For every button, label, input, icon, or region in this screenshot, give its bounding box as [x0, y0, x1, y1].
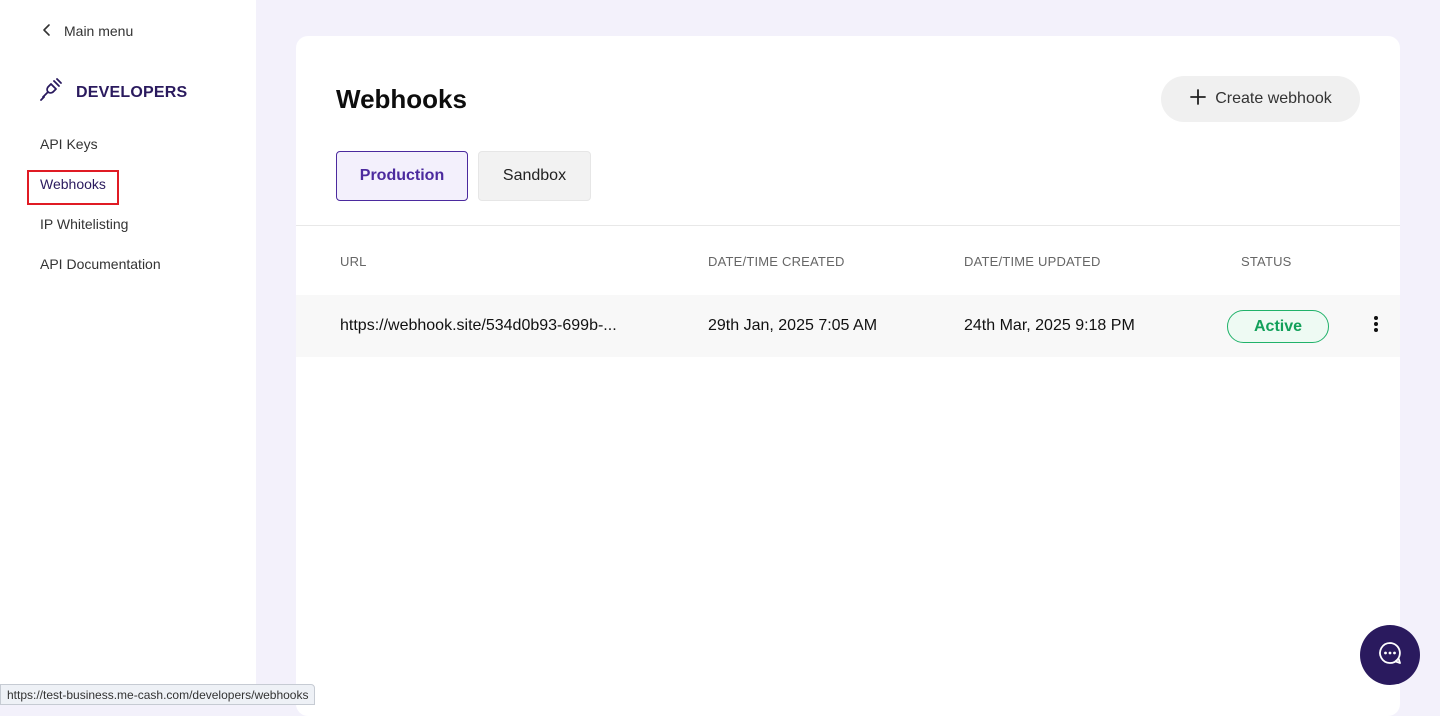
developers-section-header: DEVELOPERS	[40, 76, 187, 109]
sidebar-item-ip-whitelisting[interactable]: IP Whitelisting	[40, 216, 161, 236]
plus-icon	[1189, 88, 1207, 111]
webhooks-card: Webhooks Create webhook Production Sandb…	[296, 36, 1400, 716]
sidebar-item-api-documentation[interactable]: API Documentation	[40, 256, 161, 276]
developers-nav: API Keys Webhooks IP Whitelisting API Do…	[27, 136, 161, 296]
tab-production[interactable]: Production	[336, 151, 468, 201]
main-menu-label: Main menu	[64, 23, 134, 39]
sidebar-item-webhooks[interactable]: Webhooks	[27, 170, 161, 205]
webhook-url: https://webhook.site/534d0b93-699b-...	[340, 317, 617, 334]
tab-sandbox[interactable]: Sandbox	[478, 151, 591, 201]
table-row[interactable]: https://webhook.site/534d0b93-699b-... 2…	[296, 295, 1400, 357]
main-menu-link[interactable]: Main menu	[40, 20, 133, 42]
environment-tabs: Production Sandbox	[336, 151, 591, 201]
chevron-left-icon	[40, 23, 54, 40]
chat-support-button[interactable]	[1360, 625, 1420, 685]
plug-icon	[40, 76, 64, 109]
sidebar: Main menu DEVELOPERS API Keys Webhooks I…	[0, 0, 256, 705]
page-title: Webhooks	[336, 84, 467, 114]
column-header-created: DATE/TIME CREATED	[708, 254, 845, 269]
sidebar-item-api-keys[interactable]: API Keys	[40, 136, 161, 156]
create-webhook-button[interactable]: Create webhook	[1161, 76, 1360, 122]
column-header-status: STATUS	[1241, 254, 1292, 269]
column-header-url: URL	[340, 254, 367, 269]
status-badge: Active	[1227, 310, 1329, 343]
more-options-icon[interactable]	[1368, 313, 1384, 335]
date-updated: 24th Mar, 2025 9:18 PM	[964, 317, 1135, 334]
create-webhook-label: Create webhook	[1215, 90, 1332, 107]
divider	[296, 225, 1400, 226]
date-created: 29th Jan, 2025 7:05 AM	[708, 317, 878, 334]
chat-bubble-icon	[1377, 640, 1403, 671]
developers-title: DEVELOPERS	[76, 83, 188, 101]
link-preview-status-bar: https://test-business.me-cash.com/develo…	[0, 684, 316, 705]
column-header-updated: DATE/TIME UPDATED	[964, 254, 1101, 269]
